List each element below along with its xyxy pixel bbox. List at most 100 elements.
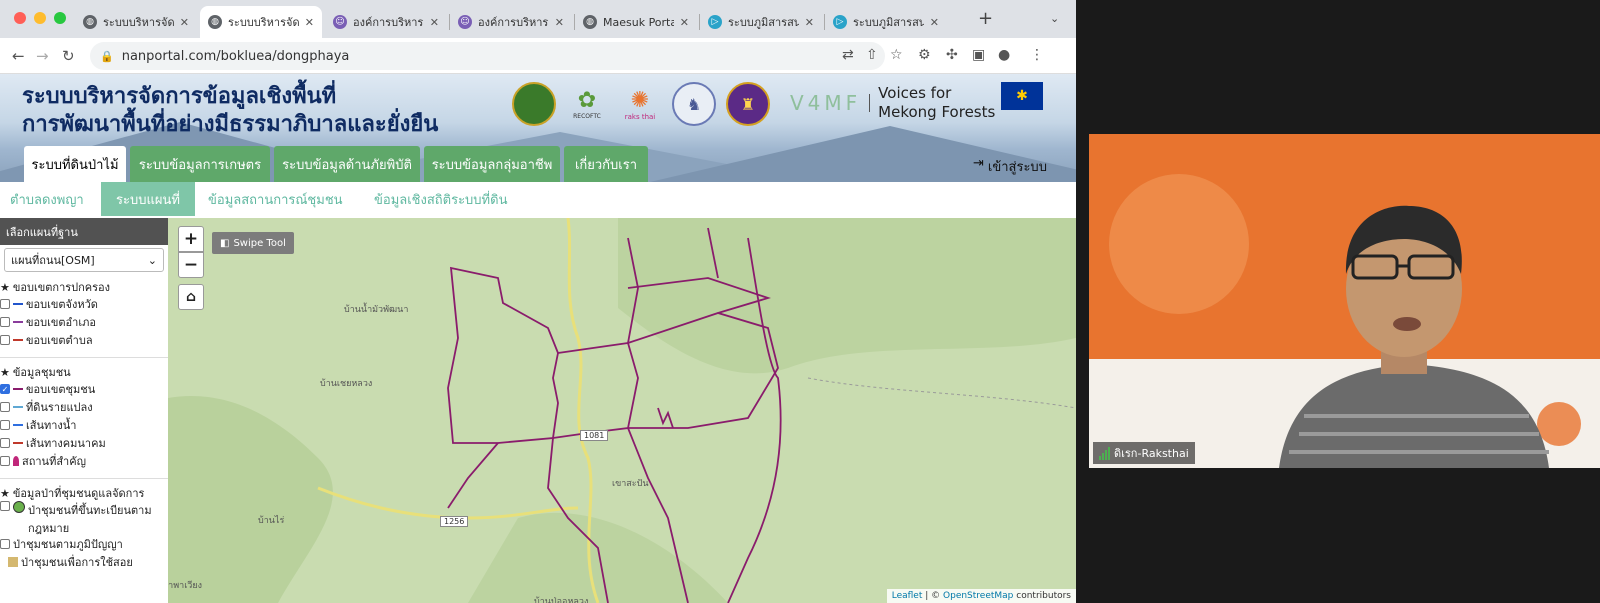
layer-checkbox[interactable] — [0, 335, 10, 345]
sidepanel-icon[interactable]: ▣ — [972, 47, 985, 63]
tab-title: ระบบภูมิสารสนเ — [728, 16, 799, 29]
tab-search-icon[interactable]: ⌄ — [1050, 12, 1059, 25]
tab-agriculture[interactable]: ระบบข้อมูลการเกษตร — [130, 146, 270, 182]
subtab-community-situation[interactable]: ข้อมูลสถานการณ์ชุมชน — [198, 182, 353, 216]
layer-checkbox[interactable] — [0, 438, 10, 448]
tab-about[interactable]: เกี่ยวกับเรา — [564, 146, 648, 182]
menu-kebab-icon[interactable]: ⋮ — [1030, 47, 1044, 63]
browser-window: ◍ ระบบบริหารจัดก ✕ ◍ ระบบบริหารจัดก ✕ ☺ องค์การ… — [0, 0, 1076, 603]
home-icon[interactable]: ⌂ — [178, 284, 204, 310]
close-tab-icon[interactable]: ✕ — [805, 16, 814, 29]
layer-checkbox[interactable] — [0, 402, 10, 412]
organization-seal-logo: ♜ — [726, 82, 770, 126]
browser-tab[interactable]: ▷ ระบบภูมิสารสนเ ✕ — [700, 6, 822, 38]
swipe-tool-button[interactable]: ◧ Swipe Tool — [212, 232, 294, 254]
zoom-in-button[interactable]: + — [178, 226, 204, 252]
browser-tab[interactable]: ☺ องค์การบริหารส่ ✕ — [325, 6, 447, 38]
layer-label: เส้นทางน้ำ — [26, 419, 77, 432]
site-icon: ☺ — [458, 15, 472, 29]
browser-tab[interactable]: ◍ ระบบบริหารจัดก ✕ — [75, 6, 197, 38]
signal-strength-icon — [1099, 446, 1110, 460]
close-tab-icon[interactable]: ✕ — [180, 16, 189, 29]
layer-item[interactable]: ขอบเขตตำบล — [0, 331, 168, 349]
tab-occupation[interactable]: ระบบข้อมูลกลุ่มอาชีพ — [424, 146, 560, 182]
video-tile: ดิเรก-Raksthai — [1089, 134, 1600, 468]
extension-icon[interactable]: ⚙ — [918, 47, 931, 63]
minimize-window-button[interactable] — [34, 12, 46, 24]
close-window-button[interactable] — [14, 12, 26, 24]
tab-title: ระบบบริหารจัดก — [103, 16, 174, 29]
map-label: บ้านป่ออหลวง — [534, 597, 589, 603]
dongphaya-logo — [512, 82, 556, 126]
browser-tab[interactable]: ◍ Maesuk Portal ✕ — [575, 6, 697, 38]
subtab-dongphaya[interactable]: ตำบลดงพญา — [0, 182, 94, 216]
layer-item[interactable]: สถานที่สำคัญ — [0, 452, 168, 470]
close-tab-icon[interactable]: ✕ — [680, 16, 689, 29]
back-arrow-icon[interactable]: ← — [12, 47, 25, 65]
forward-arrow-icon[interactable]: → — [36, 47, 49, 65]
site-icon: ☺ — [333, 15, 347, 29]
layer-item[interactable]: ป่าชุมชนที่ขึ้นทะเบียนตามกฎหมาย — [0, 501, 160, 535]
subtab-map-system[interactable]: ระบบแผนที่ — [101, 182, 195, 216]
close-tab-icon[interactable]: ✕ — [930, 16, 939, 29]
layer-label: สถานที่สำคัญ — [22, 455, 86, 468]
map-label: บ้านน้ำมัวพัฒนา — [344, 305, 409, 315]
layer-checkbox[interactable] — [0, 501, 10, 511]
layer-item[interactable]: ป่าชุมชนตามภูมิปัญญา — [0, 535, 168, 553]
close-tab-icon[interactable]: ✕ — [555, 16, 564, 29]
profile-avatar-icon[interactable]: ● — [998, 47, 1010, 63]
star-icon: ★ — [0, 280, 10, 294]
maximize-window-button[interactable] — [54, 12, 66, 24]
browser-tab[interactable]: ▷ ระบบภูมิสารสนเ ✕ — [825, 6, 947, 38]
url-text: nanportal.com/bokluea/dongphaya — [121, 48, 350, 64]
layer-item[interactable]: เส้นทางคมนาคม — [0, 434, 168, 452]
layer-item[interactable]: ✓ ขอบเขตชุมชน — [0, 380, 168, 398]
url-bar[interactable]: 🔒 nanportal.com/bokluea/dongphaya — [90, 42, 885, 70]
login-icon: ⇥ — [973, 156, 984, 171]
layer-checkbox[interactable] — [0, 420, 10, 430]
site-title-line2: การพัฒนาพื้นที่อย่างมีธรรมาภิบาลและยั่งย… — [22, 112, 439, 137]
layer-checkbox[interactable] — [0, 299, 10, 309]
subtab-land-statistics[interactable]: ข้อมูลเชิงสถิติระบบที่ดิน — [364, 182, 517, 216]
osm-link[interactable]: OpenStreetMap — [943, 591, 1013, 601]
close-tab-icon[interactable]: ✕ — [305, 16, 314, 29]
share-icon[interactable]: ⇧ — [866, 47, 878, 63]
leaflet-link[interactable]: Leaflet — [892, 591, 923, 601]
layer-item[interactable]: ป่าชุมชนเพื่อการใช้สอย — [0, 553, 168, 571]
close-tab-icon[interactable]: ✕ — [430, 16, 439, 29]
zoom-out-button[interactable]: − — [178, 252, 204, 278]
legend-swatch-icon — [8, 557, 18, 567]
layer-checkbox[interactable] — [0, 456, 10, 466]
reload-icon[interactable]: ↻ — [62, 47, 75, 65]
tab-title: Maesuk Portal — [603, 15, 674, 29]
browser-tab[interactable]: ◍ ระบบบริหารจัดก ✕ — [200, 6, 322, 38]
tab-disaster[interactable]: ระบบข้อมูลด้านภัยพิบัติ — [274, 146, 420, 182]
map-canvas — [168, 218, 1076, 603]
tab-bar: ◍ ระบบบริหารจัดก ✕ ◍ ระบบบริหารจัดก ✕ ☺ องค์การ… — [0, 0, 1076, 38]
layer-item[interactable]: ขอบเขตอำเภอ — [0, 313, 168, 331]
legend-line-icon — [13, 442, 23, 444]
layer-item[interactable]: ที่ดินรายแปลง — [0, 398, 168, 416]
puzzle-icon[interactable]: ✣ — [946, 47, 958, 63]
basemap-select[interactable]: แผนที่ถนน[OSM] ⌄ — [4, 248, 164, 272]
bookmark-star-icon[interactable]: ☆ — [890, 47, 903, 63]
address-bar-row: ← → ↻ 🔒 nanportal.com/bokluea/dongphaya … — [0, 38, 1076, 74]
browser-tab[interactable]: ☺ องค์การบริหารส่ ✕ — [450, 6, 572, 38]
university-logo: ♞ — [672, 82, 716, 126]
map-attribution: Leaflet | © OpenStreetMap contributors — [886, 589, 1076, 603]
map-view[interactable]: + − ⌂ ◧ Swipe Tool บ้านน้ำมัวพัฒนา บ้านเ… — [168, 218, 1076, 603]
globe-icon: ◍ — [83, 15, 97, 29]
forest-section-title: ★ ข้อมูลป่าที่ชุมชนดูแลจัดการ — [0, 486, 145, 501]
layer-item[interactable]: ขอบเขตจังหวัด — [0, 295, 168, 313]
tab-forest-land[interactable]: ระบบที่ดินป่าไม้ — [24, 146, 126, 182]
translate-icon[interactable]: ⇄ — [842, 47, 854, 63]
layer-checkbox[interactable]: ✓ — [0, 384, 10, 394]
login-button[interactable]: ⇥ เข้าสู่ระบบ — [973, 156, 1047, 177]
layer-item[interactable]: เส้นทางน้ำ — [0, 416, 168, 434]
swipe-icon: ◧ — [220, 237, 230, 249]
layer-checkbox[interactable] — [0, 317, 10, 327]
legend-line-icon — [13, 424, 23, 426]
legend-line-icon — [13, 406, 23, 408]
layer-checkbox[interactable] — [0, 539, 10, 549]
new-tab-button[interactable]: + — [978, 8, 993, 29]
